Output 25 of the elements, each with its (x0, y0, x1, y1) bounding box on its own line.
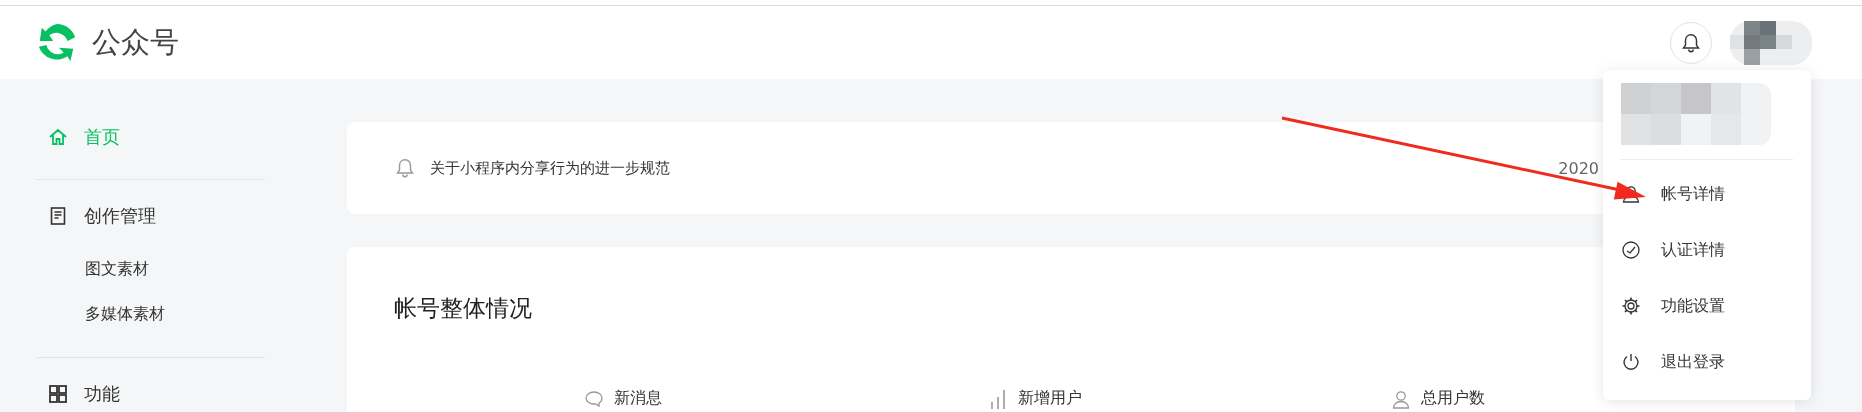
nav-subitem[interactable]: 图文素材 (36, 247, 265, 292)
notice-date: 2020 (1558, 158, 1599, 178)
nav-subitem[interactable]: 多媒体素材 (36, 292, 265, 337)
stat-label: 总用户数 (1421, 388, 1486, 409)
document-icon (48, 206, 68, 226)
bell-icon (394, 157, 416, 179)
notification-button[interactable] (1670, 21, 1712, 64)
menu-item[interactable]: 退出登录 (1621, 334, 1793, 390)
home-icon (48, 127, 68, 147)
menu-item[interactable]: 功能设置 (1621, 278, 1793, 334)
nav-item[interactable]: 功能 (36, 372, 265, 412)
user-icon (1391, 388, 1412, 409)
notice-link[interactable]: 关于小程序内分享行为的进一步规范 (430, 158, 670, 178)
menu-item[interactable]: 认证详情 (1621, 222, 1793, 278)
section-title: 帐号整体情况 (394, 294, 532, 323)
grid-icon (48, 384, 68, 404)
chat-icon (584, 388, 604, 409)
settings-icon (1621, 296, 1641, 316)
stat-label: 新消息 (614, 388, 662, 409)
bell-icon (1680, 31, 1702, 54)
stat-label: 新增用户 (1017, 388, 1082, 409)
clock-check-icon (1621, 240, 1641, 260)
power-icon (1621, 352, 1641, 372)
nav-item[interactable]: 创作管理 (36, 194, 265, 238)
app-title: 公众号 (92, 23, 179, 61)
